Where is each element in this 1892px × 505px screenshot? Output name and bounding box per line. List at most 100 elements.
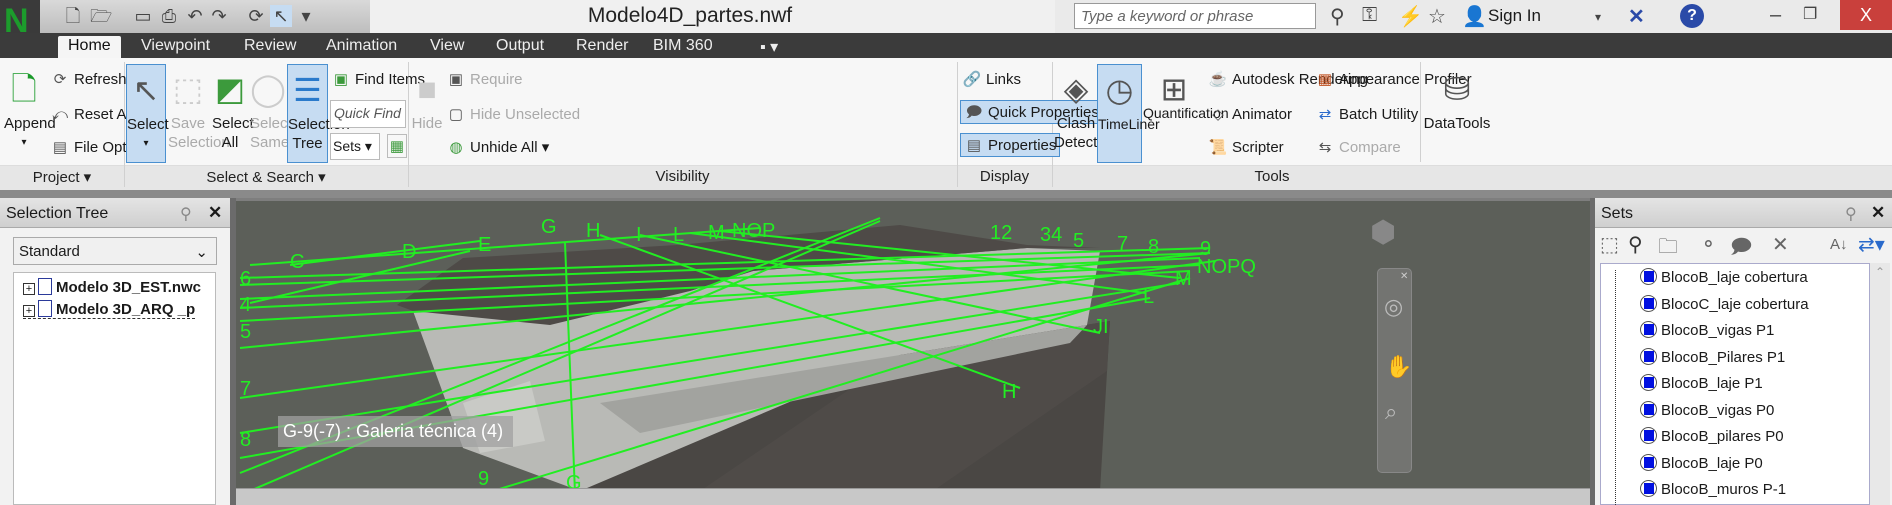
quick-find-input[interactable]: Quick Find [330,100,406,128]
star-icon[interactable]: ☆ [1428,4,1446,29]
selection-tree-button[interactable]: ☰ Selection Tree [287,64,350,163]
set-item[interactable]: BlocoB_laje P1 [1640,374,1763,392]
duplicate-icon[interactable]: ⚬ [1700,232,1717,257]
print-icon[interactable]: ⎙ [158,5,180,27]
satellite-icon[interactable]: ⚡ [1398,4,1423,29]
grid-label: H [586,220,600,242]
sort-az-icon[interactable]: A↓ [1830,236,1848,253]
help-button[interactable]: ? [1680,4,1704,28]
manage-sets-button[interactable]: ▦ [387,134,407,158]
cursor-icon: ↖ [132,72,160,108]
close-navbar-icon[interactable]: ✕ [1400,271,1408,282]
sets-scrollbar[interactable]: ⌃ [1870,263,1890,505]
select-button[interactable]: ↖ Select ▾ [126,64,169,163]
open-file-icon[interactable]: 🗁 [90,5,112,27]
zoom-window-icon[interactable]: ⌕ [1385,399,1397,425]
sets-dropdown[interactable]: Sets ▾ [330,133,380,160]
tab-home[interactable]: Home [58,36,121,58]
grid-label: H [1002,381,1016,403]
redo-icon[interactable]: ↷ [208,5,230,27]
pan-hand-icon[interactable]: ✋ [1385,354,1412,380]
save-search-icon[interactable]: ⚲ [1628,232,1643,257]
grid-label: 4 [240,294,251,316]
qat-customize-icon[interactable]: ▾ [295,5,317,27]
pin-icon[interactable]: ⚲ [180,204,192,224]
user-icon[interactable]: 👤 [1462,4,1487,29]
set-item[interactable]: BlocoC_laje cobertura [1640,294,1809,313]
navigation-bar[interactable]: ✕ ◎ ✋ ⌕ [1377,268,1412,473]
ribbon-options-icon[interactable]: ▪ ▾ [760,36,778,58]
panel-label-project[interactable]: Project ▾ [0,168,124,186]
selection-set-icon [1640,268,1657,285]
select-all-button[interactable]: ◩ Select All [212,64,254,163]
set-item[interactable]: BlocoB_laje cobertura [1640,268,1808,286]
new-file-icon[interactable]: 🗋 [62,5,84,27]
tab-animation[interactable]: Animation [326,36,397,58]
timeliner-icon: ◷ [1105,72,1134,108]
ribbon-separator [0,190,1892,198]
hide-unselected-button: ▢ Hide Unselected [446,103,580,127]
tab-render[interactable]: Render [576,36,628,58]
search-input[interactable]: Type a keyword or phrase [1074,3,1316,29]
expand-icon[interactable]: + [23,283,35,295]
save-icon[interactable]: ▭ [132,5,154,27]
tree-item[interactable]: + Modelo 3D_ARQ _p [23,300,196,319]
select-cursor-icon[interactable]: ↖ [270,5,292,27]
new-folder-icon[interactable]: 🗀 [1658,232,1678,266]
selection-tree-mode-dropdown[interactable]: Standard ⌄ [13,237,217,265]
append-button[interactable]: 🗋 Append ▾ [4,64,56,163]
tree-item[interactable]: + Modelo 3D_EST.nwc [23,278,201,296]
refresh-icon[interactable]: ⟳ [245,5,267,27]
tab-bim360[interactable]: BIM 360 [653,36,713,58]
set-item[interactable]: BlocoB_muros P-1 [1640,480,1786,498]
clash-detective-button[interactable]: ◈ Clash Detective [1054,64,1117,163]
delete-icon[interactable]: ✕ [1772,232,1789,257]
restore-icon[interactable]: ❐ [1803,4,1817,24]
undo-icon[interactable]: ↶ [184,5,206,27]
quantification-button[interactable]: ⊞ Quantification [1143,64,1229,163]
panel-label-select-search[interactable]: Select & Search ▾ [124,168,408,186]
properties-button[interactable]: ▤ Properties [960,133,1061,157]
set-item[interactable]: BlocoB_Pilares P1 [1640,347,1785,366]
batch-utility-button[interactable]: ⇄ Batch Utility [1315,103,1419,127]
set-item[interactable]: BlocoB_vigas P1 [1640,321,1774,339]
grid-label: JI [1093,316,1109,338]
unhide-all-button[interactable]: ◍ Unhide All ▾ [446,136,549,160]
tab-output[interactable]: Output [496,36,544,58]
datatools-button[interactable]: ⛁ DataTools [1422,64,1492,163]
links-button[interactable]: 🔗 Links [962,68,1021,92]
close-panel-icon[interactable]: ✕ [1871,203,1885,223]
tab-view[interactable]: View [430,36,464,58]
minimize-icon[interactable]: – [1770,4,1781,27]
key-icon[interactable]: ⚿ [1362,4,1377,27]
sign-in-dropdown-icon[interactable]: ▾ [1595,10,1601,24]
pin-icon[interactable]: ⚲ [1845,204,1857,224]
sign-in-button[interactable]: Sign In [1488,6,1541,26]
scroll-up-icon[interactable]: ⌃ [1875,265,1885,279]
refresh-button[interactable]: ⟳ Refresh [50,68,127,92]
set-item[interactable]: BlocoB_vigas P0 [1640,400,1774,419]
import-export-icon[interactable]: ⇄▾ [1858,232,1885,257]
close-panel-icon[interactable]: ✕ [208,203,222,223]
steering-wheel-icon[interactable]: ◎ [1384,294,1403,320]
add-comment-icon[interactable]: 🗩 [1730,232,1752,266]
viewcube-icon[interactable]: ⬢ [1370,215,1410,255]
scripter-button[interactable]: 📜 Scripter [1208,136,1284,160]
animator-button[interactable]: ◇ Animator [1208,103,1292,127]
save-viewpoint-icon[interactable]: ⬚ [1600,232,1619,257]
set-item[interactable]: BlocoB_laje P0 [1640,453,1763,472]
tab-viewpoint[interactable]: Viewpoint [141,36,210,58]
timeliner-button[interactable]: ◷ TimeLiner [1097,64,1160,163]
autodesk-exchange-icon[interactable]: ✕ [1628,4,1645,29]
set-item[interactable]: BlocoB_pilares P0 [1640,427,1784,445]
sets-header: Sets ⚲ ✕ [1595,198,1892,228]
selection-set-icon [1640,294,1657,312]
tab-review[interactable]: Review [244,36,296,58]
selection-tree-header: Selection Tree ⚲ ✕ [0,198,230,228]
binoculars-icon[interactable]: ⚲ [1330,4,1345,29]
expand-icon[interactable]: + [23,305,35,317]
file-options-icon: ▤ [52,139,68,156]
save-selection-icon: ⬚ [172,71,204,107]
link-icon: 🔗 [962,71,982,88]
close-button[interactable]: X [1840,0,1892,30]
